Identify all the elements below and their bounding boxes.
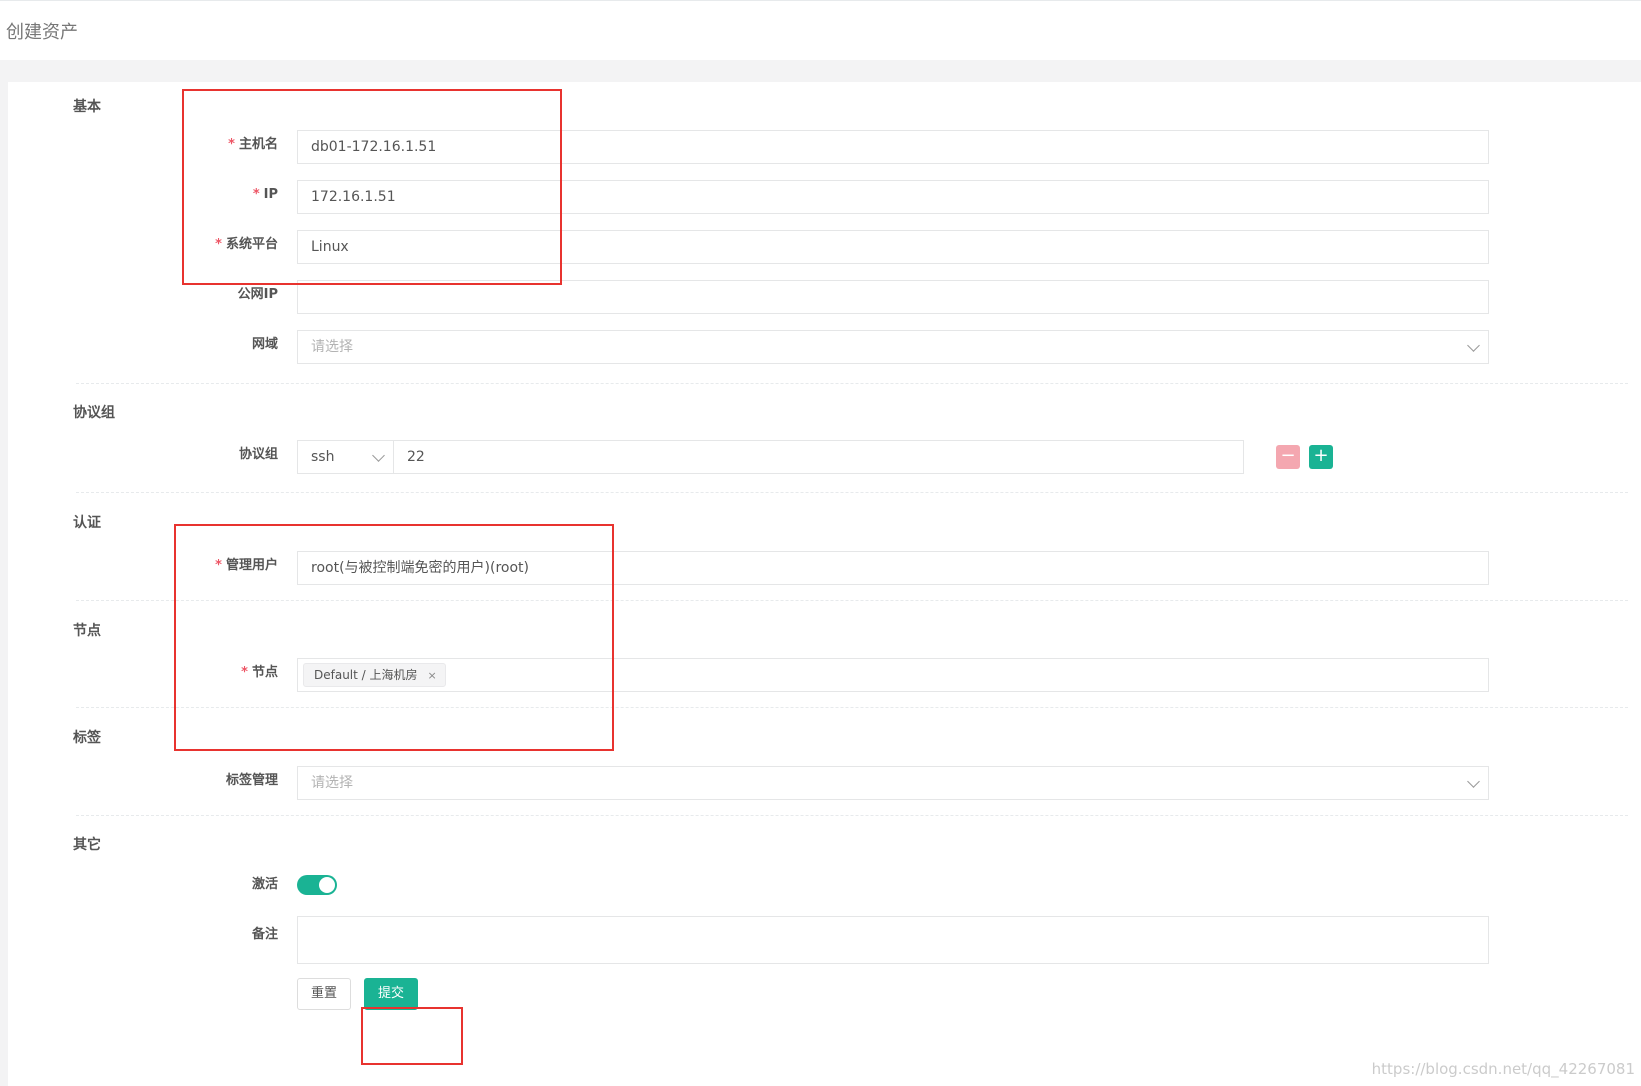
remove-protocol-button[interactable]: − [1276,445,1300,469]
chevron-down-icon [372,449,385,462]
chevron-down-icon [1467,775,1480,788]
section-title-basic: 基本 [73,99,101,115]
chevron-down-icon [1467,339,1480,352]
highlight-box [182,89,562,285]
labels-select[interactable]: 请选择 [297,766,1489,800]
reset-button[interactable]: 重置 [297,978,351,1010]
highlight-box [174,524,614,751]
comment-label: 备注 [251,927,278,942]
page-header: 创建资产 [0,0,1641,60]
watermark: https://blog.csdn.net/qq_42267081 [1371,1060,1635,1078]
section-title-node: 节点 [73,623,101,639]
section-title-protocol: 协议组 [73,405,115,421]
section-title-tags: 标签 [73,730,101,746]
section-title-other: 其它 [73,837,101,853]
toggle-knob [319,877,335,893]
highlight-box [361,1007,463,1065]
public-ip-input[interactable] [297,280,1489,314]
active-toggle[interactable] [297,875,337,895]
submit-button[interactable]: 提交 [364,978,418,1010]
add-protocol-button[interactable]: + [1309,445,1333,469]
page-title: 创建资产 [6,22,78,43]
domain-select[interactable]: 请选择 [297,330,1489,364]
comment-textarea[interactable] [297,916,1489,964]
domain-label: 网域 [251,337,278,352]
domain-placeholder: 请选择 [311,339,353,355]
protocol-port-input[interactable]: 22 [393,440,1244,474]
protocol-type-value: ssh [311,449,335,465]
divider [76,815,1628,816]
divider [76,383,1628,384]
labels-placeholder: 请选择 [311,775,353,791]
protocol-label: 协议组 [238,447,278,462]
labels-label: 标签管理 [225,773,278,788]
section-title-auth: 认证 [73,515,101,531]
active-label: 激活 [251,877,278,892]
protocol-type-select[interactable]: ssh [297,440,394,474]
divider [76,492,1628,493]
